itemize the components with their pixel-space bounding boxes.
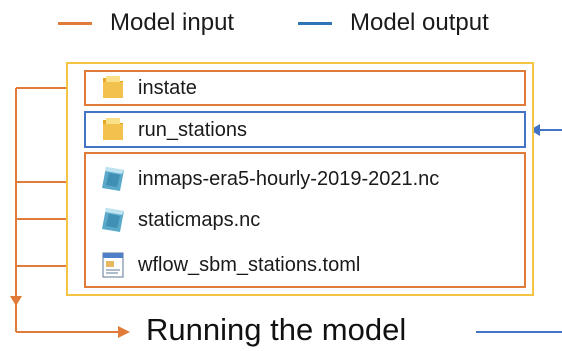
file-name-inmaps: inmaps-era5-hourly-2019-2021.nc bbox=[138, 167, 440, 190]
file-name-run-stations: run_stations bbox=[138, 118, 247, 141]
netcdf-file-icon bbox=[100, 165, 126, 193]
running-the-model-label: Running the model bbox=[146, 312, 407, 347]
input-down-arrowhead bbox=[10, 296, 22, 306]
file-row-run-stations[interactable]: run_stations bbox=[100, 113, 247, 147]
file-name-instate: instate bbox=[138, 76, 197, 99]
netcdf-file-icon bbox=[100, 206, 126, 234]
file-name-toml: wflow_sbm_stations.toml bbox=[138, 253, 361, 276]
file-row-staticmaps[interactable]: staticmaps.nc bbox=[100, 203, 260, 237]
input-to-run-arrowhead bbox=[118, 326, 130, 338]
file-row-inmaps[interactable]: inmaps-era5-hourly-2019-2021.nc bbox=[100, 162, 439, 196]
config-file-icon bbox=[100, 251, 126, 279]
folder-icon bbox=[100, 74, 126, 102]
folder-icon bbox=[100, 116, 126, 144]
file-row-toml[interactable]: wflow_sbm_stations.toml bbox=[100, 248, 360, 282]
file-name-staticmaps: staticmaps.nc bbox=[138, 208, 261, 231]
file-row-instate[interactable]: instate bbox=[100, 71, 197, 105]
